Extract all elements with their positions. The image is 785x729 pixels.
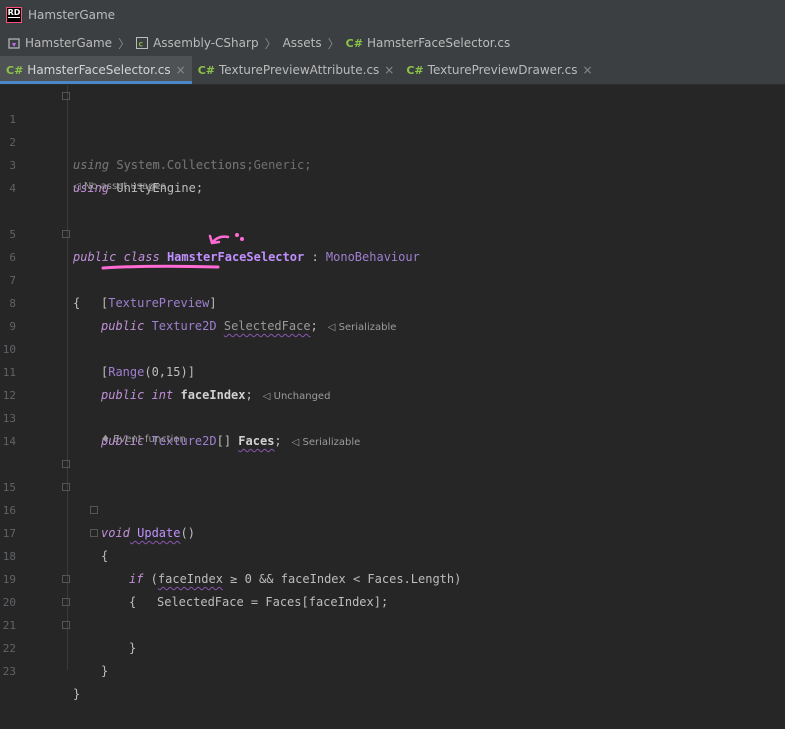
- event-function-hint[interactable]: ♦ Event function: [101, 434, 186, 445]
- csharp-file-icon: C#: [6, 63, 24, 77]
- code-line[interactable]: 8 public Texture2D SelectedFace; ◁ Serial…: [0, 269, 785, 333]
- breadcrumb-item-assembly[interactable]: C Assembly-CSharp: [136, 29, 259, 57]
- unity-usage-icon: ◁: [73, 181, 81, 192]
- breadcrumb-item-file[interactable]: C# HamsterFaceSelector.cs: [346, 29, 511, 57]
- close-icon[interactable]: ×: [583, 63, 593, 77]
- code-line[interactable]: 13 public Texture2D[] Faces; ◁ Serializab…: [0, 384, 785, 448]
- csharp-file-icon: C#: [406, 63, 424, 77]
- code-line[interactable]: 2 using System.Collections.Generic;: [0, 108, 785, 172]
- code-line[interactable]: 5 public class HamsterFaceSelector : Mon…: [0, 200, 785, 264]
- tab-texture-preview-drawer[interactable]: C# TexturePreviewDrawer.cs ×: [400, 56, 598, 84]
- fold-marker-icon[interactable]: [62, 598, 70, 606]
- unity-usage-icon: ◁: [291, 437, 303, 448]
- code-line[interactable]: 10 [Range(0,15)]: [0, 315, 785, 379]
- svg-text:C: C: [139, 42, 143, 48]
- breadcrumb-item-assets[interactable]: Assets: [283, 29, 322, 57]
- tab-label: TexturePreviewAttribute.cs: [219, 63, 380, 77]
- code-line[interactable]: 12: [0, 361, 785, 402]
- title-bar: RD HamsterGame: [0, 0, 785, 29]
- punctuation: ;: [274, 434, 282, 448]
- chevron-right-icon: 〉: [118, 36, 131, 51]
- code-line[interactable]: 18 {: [0, 522, 785, 609]
- code-line[interactable]: 4: [0, 154, 785, 195]
- tab-label: TexturePreviewDrawer.cs: [427, 63, 578, 77]
- code-line[interactable]: 20 }: [0, 568, 785, 655]
- fold-marker-icon[interactable]: [62, 575, 70, 583]
- event-function-hint-label: Event function: [113, 434, 186, 445]
- tab-texture-preview-attribute[interactable]: C# TexturePreviewAttribute.cs ×: [192, 56, 401, 84]
- code-line[interactable]: 1 using System.Collections;: [0, 85, 785, 172]
- editor-tab-bar: C# HamsterFaceSelector.cs × C# TexturePr…: [0, 56, 785, 85]
- fold-marker-icon[interactable]: [62, 460, 70, 468]
- window-title: HamsterGame: [28, 7, 116, 22]
- fold-marker-icon[interactable]: [62, 92, 70, 100]
- code-line[interactable]: 3 using UnityEngine;: [0, 131, 785, 195]
- project-icon: C: [136, 37, 149, 49]
- code-line[interactable]: 23: [0, 637, 785, 678]
- punctuation: []: [216, 434, 239, 448]
- line-number: 4: [9, 182, 16, 195]
- fold-marker-icon[interactable]: [62, 483, 70, 491]
- code-line[interactable]: 16 {: [0, 476, 785, 563]
- breadcrumb-item-solution[interactable]: HamsterGame: [0, 29, 112, 57]
- chevron-right-icon: 〉: [264, 36, 277, 51]
- code-line[interactable]: 17 if (faceIndex ≥ 0 && faceIndex < Face…: [0, 499, 785, 586]
- code-line[interactable]: 22 }: [0, 614, 785, 701]
- inlay-hint-label: Serializable: [302, 437, 361, 448]
- csharp-file-icon: C#: [345, 36, 363, 50]
- breadcrumb-label-solution: HamsterGame: [25, 36, 113, 50]
- code-line[interactable]: 7 [TexturePreview]: [0, 246, 785, 310]
- brace: }: [73, 687, 81, 701]
- solution-icon: [8, 38, 20, 49]
- fold-marker-icon[interactable]: [62, 621, 70, 629]
- code-line[interactable]: 6 {: [0, 223, 785, 310]
- code-line[interactable]: 9: [0, 292, 785, 333]
- tab-hamster-face-selector[interactable]: C# HamsterFaceSelector.cs ×: [0, 56, 192, 84]
- breadcrumb: HamsterGame 〉 C Assembly-CSharp 〉 Assets…: [0, 29, 785, 57]
- csharp-file-icon: C#: [197, 63, 215, 77]
- close-icon[interactable]: ×: [176, 63, 186, 77]
- code-line[interactable]: 21 }: [0, 591, 785, 678]
- line-number: 23: [2, 665, 16, 678]
- code-line[interactable]: 11 public int faceIndex; ◁ Unchanged: [0, 338, 785, 402]
- chevron-right-icon: 〉: [327, 36, 340, 51]
- field-name: Faces: [238, 434, 275, 448]
- fold-marker-icon[interactable]: [62, 230, 70, 238]
- code-line[interactable]: 14: [0, 407, 785, 448]
- code-line[interactable]: 19 SelectedFace = Faces[faceIndex];: [0, 545, 785, 609]
- breadcrumb-label-file: HamsterFaceSelector.cs: [366, 36, 511, 50]
- line-number: 14: [2, 435, 16, 448]
- inlay-hint[interactable]: ◁ Serializable: [292, 437, 361, 448]
- usages-hint[interactable]: ◁ No asset usages: [73, 181, 166, 192]
- code-line[interactable]: 15 void Update(): [0, 453, 785, 540]
- breadcrumb-label-assets: Assets: [282, 36, 322, 50]
- unity-event-icon: ♦: [101, 434, 110, 445]
- fold-marker-icon[interactable]: [90, 529, 98, 537]
- close-icon[interactable]: ×: [384, 63, 394, 77]
- code-editor[interactable]: 1 using System.Collections; 2 using Syst…: [0, 85, 785, 701]
- brace: }: [101, 664, 109, 678]
- fold-marker-icon[interactable]: [90, 506, 98, 514]
- rider-logo-icon: RD: [6, 6, 22, 23]
- usages-hint-label: No asset usages: [83, 181, 166, 192]
- tab-label: HamsterFaceSelector.cs: [27, 63, 171, 77]
- breadcrumb-label-assembly: Assembly-CSharp: [153, 36, 259, 50]
